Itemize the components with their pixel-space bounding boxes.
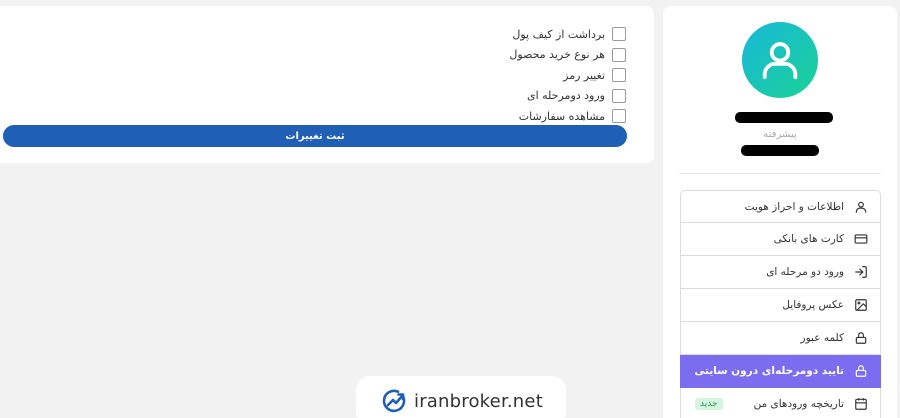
menu-item-label: ورود دو مرحله ای (766, 266, 844, 278)
calendar-icon (853, 396, 869, 412)
menu-item-onsite-two-step[interactable]: تایید دومرحله‌ای درون سایتی (680, 355, 881, 388)
image-icon (853, 297, 869, 313)
redacted-phone (741, 145, 819, 156)
menu-item-label: تاریخچه ورودهای من (753, 398, 844, 410)
lock-icon (853, 330, 869, 346)
menu-item-profile-photo[interactable]: عکس پروفایل (680, 289, 881, 322)
menu-item-label: تایید دومرحله‌ای درون سایتی (694, 365, 844, 377)
permission-checkbox[interactable] (612, 27, 626, 42)
permission-label: هر نوع خرید محصول (509, 48, 605, 62)
new-badge: جدید (695, 398, 723, 410)
permission-label: برداشت از کیف پول (512, 27, 605, 41)
menu-item-bank-cards[interactable]: کارت های بانکی (680, 223, 881, 256)
brand-logo-text: iranbroker.net (414, 390, 543, 412)
permission-checkbox[interactable] (612, 109, 626, 124)
menu-item-label: کارت های بانکی (773, 233, 844, 245)
menu-item-login-history[interactable]: تاریخچه ورودهای من جدید (680, 388, 881, 418)
permission-checkbox[interactable] (612, 88, 626, 103)
menu-item-label: کلمه عبور (800, 332, 844, 344)
menu-item-identity[interactable]: اطلاعات و احراز هویت (680, 190, 881, 223)
permission-row[interactable]: مشاهده سفارشات (509, 106, 626, 127)
permission-checkbox[interactable] (612, 47, 626, 62)
permission-label: تغییر رمز (563, 68, 605, 82)
lock-icon (853, 363, 869, 379)
menu-item-password[interactable]: کلمه عبور (680, 322, 881, 355)
profile-menu: اطلاعات و احراز هویت کارت های بانکی ورود… (680, 190, 881, 418)
permissions-list: برداشت از کیف پول هر نوع خرید محصول تغیی… (509, 24, 626, 127)
permission-row[interactable]: ورود دومرحله ای (509, 86, 626, 107)
menu-item-two-step-login[interactable]: ورود دو مرحله ای (680, 256, 881, 289)
permission-row[interactable]: هر نوع خرید محصول (509, 45, 626, 66)
permission-row[interactable]: برداشت از کیف پول (509, 24, 626, 45)
brand-logo-icon (382, 389, 406, 413)
brand-logo-card: iranbroker.net (356, 376, 566, 418)
permission-checkbox[interactable] (612, 68, 626, 83)
menu-item-label: اطلاعات و احراز هویت (744, 200, 844, 213)
avatar[interactable] (742, 22, 818, 98)
profile-sidebar: پیشرفته اطلاعات و احراز هویت کارت های با… (663, 6, 897, 418)
save-changes-button[interactable]: ثبت تغییرات (3, 125, 627, 147)
user-icon (853, 199, 869, 215)
redacted-name (735, 112, 833, 123)
permissions-card: برداشت از کیف پول هر نوع خرید محصول تغیی… (0, 6, 654, 163)
menu-item-label: عکس پروفایل (782, 299, 844, 311)
permission-label: مشاهده سفارشات (518, 109, 605, 123)
permission-label: ورود دومرحله ای (526, 89, 605, 103)
credit-card-icon (853, 231, 869, 247)
divider (679, 173, 881, 174)
user-level: پیشرفته (763, 129, 797, 140)
user-avatar-icon (762, 42, 798, 80)
permission-row[interactable]: تغییر رمز (509, 65, 626, 86)
login-icon (853, 264, 869, 280)
